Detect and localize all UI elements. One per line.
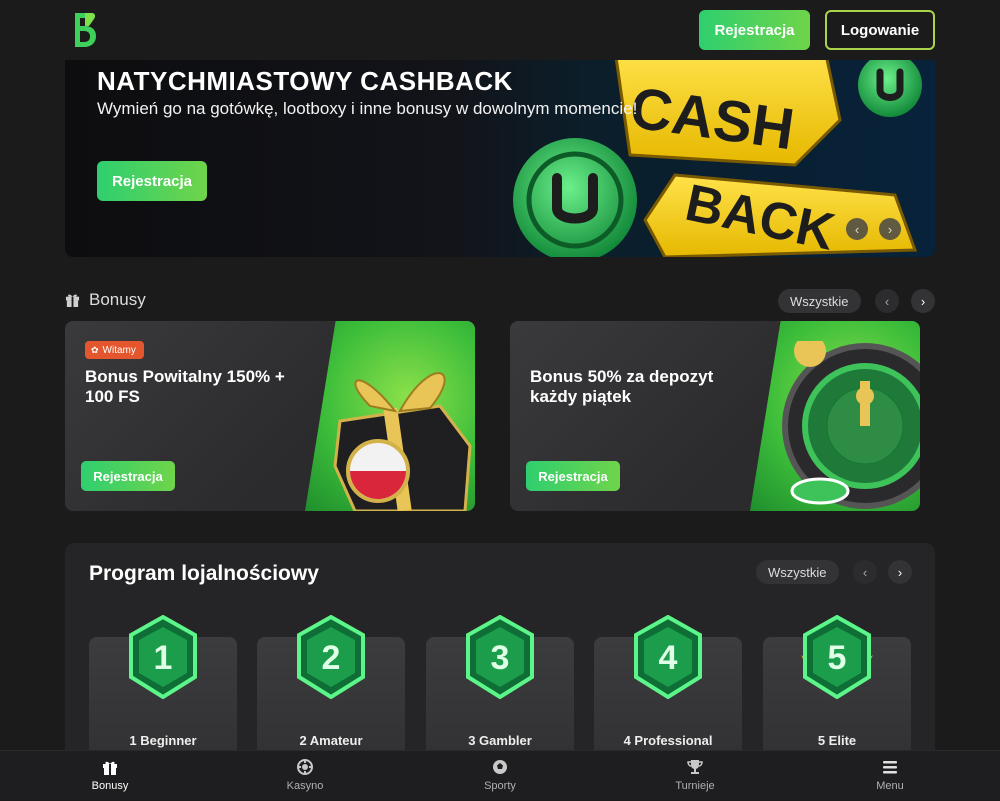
nav-item-kasyno[interactable]: Kasyno bbox=[255, 751, 355, 801]
tier-label: 3 Gambler bbox=[468, 733, 532, 748]
chevron-right-icon: › bbox=[897, 564, 903, 580]
bonuses-prev-button[interactable]: ‹ bbox=[875, 289, 899, 313]
nav-item-label: Kasyno bbox=[286, 780, 324, 792]
menu-icon bbox=[883, 761, 897, 774]
chevron-right-icon: › bbox=[920, 293, 926, 309]
roulette-artwork bbox=[782, 341, 920, 509]
loyalty-next-button[interactable]: › bbox=[888, 560, 912, 584]
chevron-left-icon: ‹ bbox=[854, 221, 860, 237]
ball-icon bbox=[493, 760, 507, 774]
loyalty-program-panel: Program lojalnościowy Wszystkie ‹ › 1 1 … bbox=[65, 543, 935, 773]
chevron-left-icon: ‹ bbox=[884, 293, 890, 309]
welcome-badge: ✿ Witamy bbox=[85, 341, 144, 359]
tier-label: 4 Professional bbox=[623, 733, 713, 748]
chevron-right-icon: › bbox=[887, 221, 893, 237]
bonuses-title: Bonusy bbox=[89, 290, 146, 309]
loyalty-title: Program lojalnościowy bbox=[89, 562, 319, 585]
loyalty-prev-button[interactable]: ‹ bbox=[853, 560, 877, 584]
nav-item-turnieje[interactable]: Turnieje bbox=[645, 751, 745, 801]
tier-shield-icon: 5 bbox=[801, 615, 873, 699]
tier-number: 3 bbox=[491, 639, 510, 677]
nav-item-bonusy[interactable]: Bonusy bbox=[60, 751, 160, 801]
bottom-navigation: Bonusy Kasyno Sporty Turnieje Menu bbox=[0, 750, 1000, 800]
tier-label: 5 Elite bbox=[817, 733, 857, 748]
tier-shield-icon: 3 bbox=[466, 615, 534, 699]
tier-shield-icon: 2 bbox=[297, 615, 365, 699]
tier-number: 4 bbox=[659, 639, 678, 677]
gift-icon bbox=[65, 294, 80, 307]
bonuses-next-button[interactable]: › bbox=[911, 289, 935, 313]
tier-number: 1 bbox=[154, 639, 173, 677]
top-header: Rejestracja Logowanie bbox=[0, 0, 1000, 60]
login-button[interactable]: Logowanie bbox=[825, 10, 935, 50]
nav-item-label: Sporty bbox=[484, 780, 516, 792]
gift-icon bbox=[103, 761, 117, 775]
nav-item-menu[interactable]: Menu bbox=[840, 751, 940, 801]
nav-item-label: Bonusy bbox=[91, 780, 129, 792]
tier-label: 1 Beginner bbox=[129, 733, 197, 748]
casino-chip-icon bbox=[297, 759, 313, 775]
cashback-artwork: CASH BACK bbox=[513, 60, 922, 257]
tier-number: 2 bbox=[322, 639, 341, 677]
bonus-card-welcome[interactable]: ✿ Witamy Bonus Powitalny 150% + 100 FS R… bbox=[65, 321, 475, 511]
nav-item-sporty[interactable]: Sporty bbox=[450, 751, 550, 801]
bonuses-section-header: Bonusy Wszystkie ‹ › bbox=[65, 287, 935, 315]
hero-register-button[interactable]: Rejestracja bbox=[97, 161, 207, 201]
bonus-card-friday[interactable]: Bonus 50% za depozyt każdy piątek Rejest… bbox=[510, 321, 920, 511]
chevron-left-icon: ‹ bbox=[862, 564, 868, 580]
hero-prev-button[interactable]: ‹ bbox=[846, 218, 868, 240]
tier-shield-icon: 4 bbox=[634, 615, 702, 699]
bonus-card-title: Bonus 50% za depozyt każdy piątek bbox=[530, 367, 714, 406]
tier-shield-icon: 1 bbox=[129, 615, 197, 699]
tier-label: 2 Amateur bbox=[299, 733, 363, 748]
trophy-icon bbox=[687, 760, 703, 774]
brand-logo[interactable] bbox=[72, 12, 98, 48]
nav-item-label: Menu bbox=[876, 780, 904, 792]
bonus-card-register-button[interactable]: Rejestracja bbox=[81, 461, 175, 491]
loyalty-all-button[interactable]: Wszystkie bbox=[756, 560, 839, 584]
nav-item-label: Turnieje bbox=[675, 780, 715, 792]
flame-icon: ✿ bbox=[91, 344, 99, 355]
hero-next-button[interactable]: › bbox=[879, 218, 901, 240]
hero-title: NATYCHMIASTOWY CASHBACK bbox=[97, 66, 513, 96]
bonus-card-register-button[interactable]: Rejestracja bbox=[526, 461, 620, 491]
bonuses-all-button[interactable]: Wszystkie bbox=[778, 289, 861, 313]
tier-number: 5 bbox=[828, 639, 847, 677]
register-button[interactable]: Rejestracja bbox=[699, 10, 810, 50]
gift-box-artwork bbox=[333, 372, 472, 511]
welcome-badge-label: Witamy bbox=[102, 344, 136, 356]
promo-banner[interactable]: CASH BACK NATYCHMIASTOWY CASHBACK Wymień… bbox=[65, 60, 935, 257]
hero-subtitle: Wymień go na gotówkę, lootboxy i inne bo… bbox=[97, 99, 638, 118]
bonus-card-title: Bonus Powitalny 150% + 100 FS bbox=[85, 367, 285, 406]
